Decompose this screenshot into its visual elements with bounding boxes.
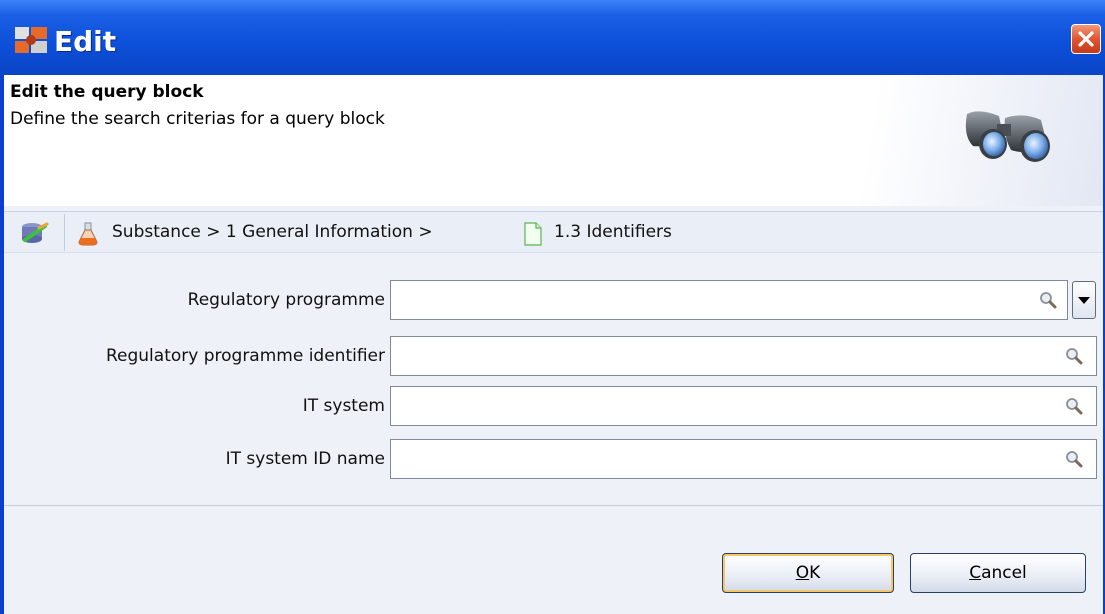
footer-divider — [4, 505, 1103, 506]
flask-icon — [78, 222, 98, 246]
cancel-mnemonic: C — [969, 563, 982, 583]
chevron-down-icon — [1078, 297, 1090, 304]
window-title: Edit — [54, 25, 117, 58]
search-icon — [1040, 292, 1057, 309]
document-icon — [524, 222, 542, 246]
search-icon — [1066, 451, 1083, 468]
close-icon — [1078, 31, 1094, 47]
close-button[interactable] — [1071, 24, 1101, 54]
cancel-button[interactable]: Cancel — [910, 553, 1086, 593]
edit-dialog: Edit Edit the query block Define the sea… — [0, 0, 1105, 614]
it-system-input[interactable] — [390, 386, 1097, 426]
regulatory-programme-row: Regulatory programme — [4, 280, 1103, 320]
ok-label: K — [809, 563, 821, 583]
database-icon — [22, 222, 49, 243]
crumb-root-button[interactable] — [5, 214, 65, 251]
regulatory-programme-identifier-row: Regulatory programme identifier — [4, 336, 1103, 376]
cancel-label: ancel — [981, 563, 1027, 583]
it-system-id-name-row: IT system ID name — [4, 439, 1103, 479]
title-bar[interactable]: Edit — [0, 0, 1105, 75]
header-title: Edit the query block — [10, 82, 204, 102]
ok-button[interactable]: OK — [722, 553, 894, 593]
regulatory-programme-dropdown[interactable] — [1072, 281, 1096, 319]
app-logo-icon — [15, 27, 47, 53]
dialog-content: Edit the query block Define the search c… — [4, 75, 1103, 614]
regulatory-programme-identifier-input[interactable] — [390, 336, 1097, 376]
binoculars-icon — [965, 111, 1050, 162]
dialog-header: Edit the query block Define the search c… — [4, 75, 1103, 206]
it-system-id-name-input[interactable] — [390, 439, 1097, 479]
it-system-label: IT system — [302, 396, 385, 416]
search-icon — [1066, 348, 1083, 365]
regulatory-programme-identifier-label: Regulatory programme identifier — [105, 346, 385, 366]
header-subtitle: Define the search criterias for a query … — [10, 109, 385, 129]
it-system-id-name-label: IT system ID name — [225, 449, 385, 469]
search-icon — [1066, 398, 1083, 415]
breadcrumb-path[interactable]: Substance > 1 General Information > — [112, 222, 433, 242]
breadcrumb-bar: Substance > 1 General Information > 1.3 … — [4, 211, 1103, 253]
it-system-row: IT system — [4, 386, 1103, 426]
ok-mnemonic: O — [795, 563, 810, 583]
regulatory-programme-input[interactable] — [390, 280, 1068, 320]
regulatory-programme-label: Regulatory programme — [187, 290, 385, 310]
breadcrumb-current[interactable]: 1.3 Identifiers — [554, 222, 672, 242]
